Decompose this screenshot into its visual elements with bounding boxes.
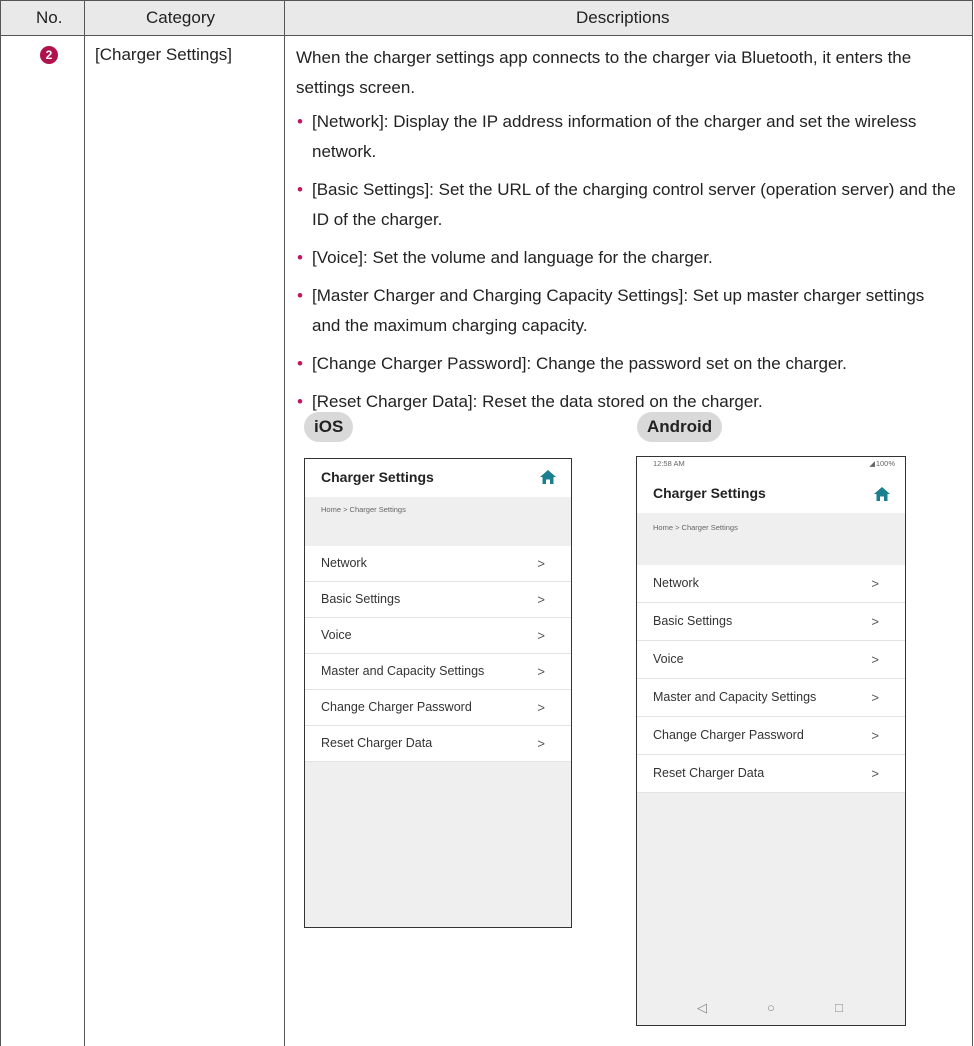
home-icon[interactable] bbox=[873, 486, 891, 502]
chevron-right-icon: > bbox=[537, 736, 545, 751]
android-menu: Network > Basic Settings > Voice > Master a… bbox=[637, 565, 905, 793]
row-number-badge: 2 bbox=[40, 46, 58, 64]
nav-recents-icon[interactable]: □ bbox=[835, 1000, 843, 1015]
table-divider-1 bbox=[84, 0, 85, 1046]
status-time: 12:58 AM bbox=[653, 459, 685, 468]
table-divider-2 bbox=[284, 0, 285, 1046]
ios-breadcrumb: Home > Charger Settings bbox=[321, 505, 406, 514]
table-header: No. Category Descriptions bbox=[0, 0, 972, 36]
nav-back-icon[interactable]: ◁ bbox=[697, 1000, 707, 1016]
bullet-item: • [Basic Settings]: Set the URL of the ch… bbox=[297, 180, 956, 229]
menu-item-network[interactable]: Network > bbox=[305, 546, 571, 582]
chevron-right-icon: > bbox=[871, 728, 879, 743]
signal-icon: ◢ bbox=[869, 459, 875, 468]
android-tag: Android bbox=[637, 412, 723, 442]
nav-home-icon[interactable]: ○ bbox=[767, 1000, 775, 1015]
ios-title: Charger Settings bbox=[321, 469, 434, 485]
row-category: [Charger Settings] bbox=[95, 45, 233, 64]
android-screen: 12:58 AM ◢ 100% Charger Settings Home > … bbox=[636, 456, 906, 1026]
chevron-right-icon: > bbox=[537, 700, 545, 715]
menu-item-change-password[interactable]: Change Charger Password > bbox=[637, 717, 905, 755]
menu-item-voice[interactable]: Voice > bbox=[637, 641, 905, 679]
chevron-right-icon: > bbox=[537, 664, 545, 679]
menu-item-master-capacity[interactable]: Master and Capacity Settings > bbox=[637, 679, 905, 717]
chevron-right-icon: > bbox=[871, 690, 879, 705]
menu-item-basic-settings[interactable]: Basic Settings > bbox=[637, 603, 905, 641]
ios-menu: Network > Basic Settings > Voice > Master a… bbox=[305, 546, 571, 762]
menu-item-reset-data[interactable]: Reset Charger Data > bbox=[637, 755, 905, 793]
ios-titlebar: Charger Settings bbox=[305, 459, 571, 497]
android-titlebar: 12:58 AM ◢ 100% Charger Settings bbox=[637, 457, 905, 513]
android-breadcrumb: Home > Charger Settings bbox=[653, 523, 738, 532]
header-category: Category bbox=[146, 8, 215, 27]
row-description: When the charger settings app connects t… bbox=[296, 43, 956, 425]
android-title: Charger Settings bbox=[653, 485, 766, 501]
chevron-right-icon: > bbox=[871, 652, 879, 667]
chevron-right-icon: > bbox=[537, 628, 545, 643]
menu-item-master-capacity[interactable]: Master and Capacity Settings > bbox=[305, 654, 571, 690]
chevron-right-icon: > bbox=[871, 766, 879, 781]
ios-tag: iOS bbox=[304, 412, 354, 442]
menu-item-network[interactable]: Network > bbox=[637, 565, 905, 603]
menu-item-voice[interactable]: Voice > bbox=[305, 618, 571, 654]
ios-screen: Charger Settings Home > Charger Settings… bbox=[304, 458, 572, 928]
home-icon[interactable] bbox=[539, 469, 557, 485]
status-battery: 100% bbox=[875, 459, 895, 468]
chevron-right-icon: > bbox=[871, 614, 879, 629]
header-no: No. bbox=[36, 8, 63, 27]
chevron-right-icon: > bbox=[871, 576, 879, 591]
bullet-item: • [Voice]: Set the volume and language fo… bbox=[297, 248, 713, 267]
bullet-item: • [Reset Charger Data]: Reset the data st… bbox=[297, 392, 763, 411]
chevron-right-icon: > bbox=[537, 556, 545, 571]
table-border-left bbox=[0, 0, 1, 1046]
settings-table: No. Category Descriptions 2 [Charger Set… bbox=[0, 0, 974, 1046]
header-descriptions: Descriptions bbox=[576, 8, 670, 27]
bullet-item: • [Change Charger Password]: Change the p… bbox=[297, 354, 847, 373]
table-border-right bbox=[972, 0, 973, 1046]
bullet-item: • [Master Charger and Charging Capacity S… bbox=[297, 286, 925, 335]
chevron-right-icon: > bbox=[537, 592, 545, 607]
menu-item-change-password[interactable]: Change Charger Password > bbox=[305, 690, 571, 726]
description-bullets: • [Network]: Display the IP address infor… bbox=[296, 107, 956, 417]
description-intro: When the charger settings app connects t… bbox=[296, 48, 912, 97]
menu-item-basic-settings[interactable]: Basic Settings > bbox=[305, 582, 571, 618]
android-nav-bar: ◁ ○ □ bbox=[637, 991, 905, 1025]
bullet-item: • [Network]: Display the IP address infor… bbox=[297, 112, 917, 161]
menu-item-reset-data[interactable]: Reset Charger Data > bbox=[305, 726, 571, 762]
